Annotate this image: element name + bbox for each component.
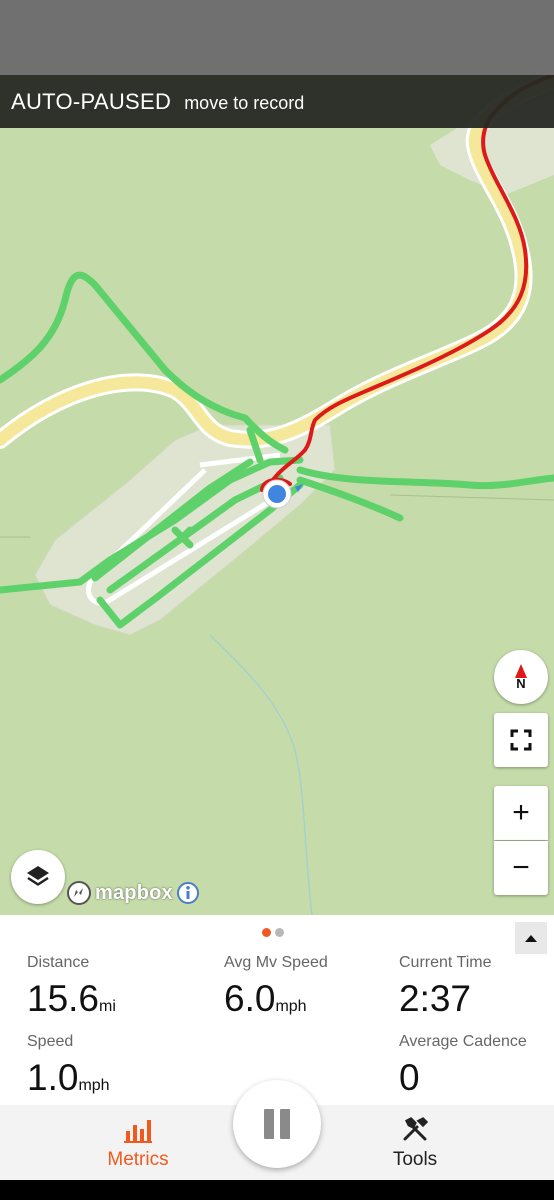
banner-status: AUTO-PAUSED <box>11 88 172 114</box>
map-canvas <box>0 75 554 915</box>
map-view[interactable] <box>0 75 554 915</box>
mapbox-wordmark: mapbox <box>95 881 173 904</box>
metric-label: Current Time <box>399 954 492 971</box>
speed-unit: mph <box>78 1077 110 1094</box>
bar-chart-icon <box>124 1120 152 1143</box>
page-indicator <box>262 928 284 937</box>
zoom-in-button[interactable]: + <box>494 786 548 840</box>
layers-icon <box>27 866 49 886</box>
caret-up-icon <box>525 935 537 942</box>
map-area-lot <box>34 424 336 636</box>
pause-button[interactable] <box>233 1080 321 1168</box>
info-icon[interactable] <box>176 881 200 905</box>
metric-value: 6.0mph <box>224 978 328 1020</box>
compass-letter: N <box>516 675 526 691</box>
metric-value: 0 <box>399 1057 527 1099</box>
map-road-main-fill <box>0 75 554 446</box>
tab-metrics[interactable]: Metrics <box>88 1105 188 1180</box>
fullscreen-button[interactable] <box>494 713 548 767</box>
distance-unit: mi <box>99 998 116 1015</box>
minus-icon: − <box>512 851 530 884</box>
metric-current-time: Current Time 2:37 <box>399 954 491 1020</box>
metric-label: Distance <box>27 954 90 971</box>
tools-icon <box>403 1117 429 1141</box>
map-layers-button[interactable] <box>11 850 65 904</box>
current-location-dot <box>268 485 286 503</box>
current-time-value: 2:37 <box>399 978 472 1019</box>
compass-button[interactable]: N <box>494 650 548 704</box>
metric-avg-mv-speed: Avg Mv Speed 6.0mph <box>224 954 328 1020</box>
mapbox-logo-icon <box>67 881 91 905</box>
page-dot-active <box>262 928 271 937</box>
banner-hint: move to record <box>184 92 305 113</box>
status-bar <box>0 0 554 75</box>
system-nav-bar <box>0 1180 554 1200</box>
pause-icon <box>264 1109 290 1139</box>
metric-value: 2:37 <box>399 978 491 1020</box>
fullscreen-icon <box>510 729 532 751</box>
tab-tools[interactable]: Tools <box>365 1105 465 1180</box>
auto-pause-banner: AUTO-PAUSED move to record <box>0 75 554 128</box>
page-dot <box>275 928 284 937</box>
expand-metrics-button[interactable] <box>515 922 547 954</box>
avg-speed-unit: mph <box>275 998 307 1015</box>
tab-tools-label: Tools <box>392 1149 438 1170</box>
speed-value: 1.0 <box>27 1057 79 1098</box>
cadence-value: 0 <box>399 1057 420 1098</box>
metric-value: 1.0mph <box>27 1057 110 1099</box>
map-stream <box>209 634 313 915</box>
metric-distance: Distance 15.6mi <box>27 954 116 1020</box>
avg-speed-value: 6.0 <box>224 978 276 1019</box>
tab-metrics-label: Metrics <box>107 1149 169 1170</box>
metric-label: Average Cadence <box>399 1033 527 1050</box>
metric-speed: Speed 1.0mph <box>27 1033 110 1099</box>
zoom-out-button[interactable]: − <box>494 841 548 895</box>
plus-icon: + <box>512 796 530 829</box>
mapbox-attribution[interactable]: mapbox <box>66 879 200 907</box>
distance-value: 15.6 <box>27 978 100 1019</box>
metric-average-cadence: Average Cadence 0 <box>399 1033 527 1099</box>
map-line <box>389 494 554 501</box>
metric-label: Avg Mv Speed <box>224 954 328 971</box>
metric-value: 15.6mi <box>27 978 116 1020</box>
metric-label: Speed <box>27 1033 74 1050</box>
